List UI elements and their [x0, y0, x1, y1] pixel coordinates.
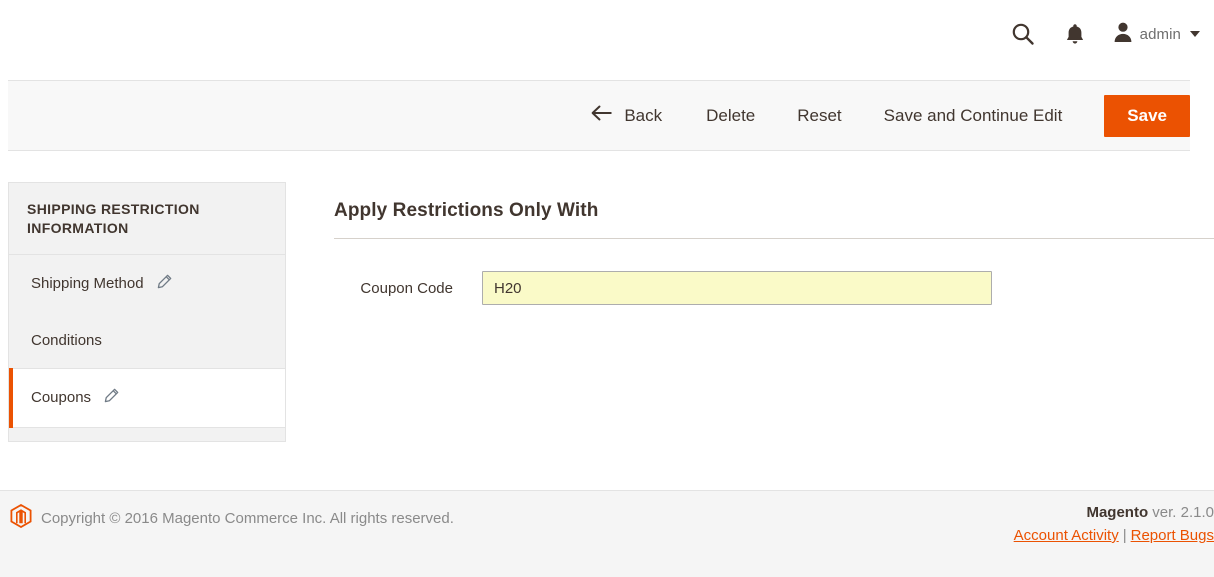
admin-user-menu[interactable]: admin	[1101, 21, 1200, 48]
coupon-code-field-row: Coupon Code	[334, 271, 1214, 305]
sidebar-item-label: Shipping Method	[31, 275, 144, 292]
page-footer: Copyright © 2016 Magento Commerce Inc. A…	[0, 490, 1214, 577]
brand-name: Magento	[1086, 504, 1148, 521]
coupon-code-label: Coupon Code	[334, 280, 482, 297]
user-avatar-icon	[1113, 21, 1133, 48]
link-separator: |	[1119, 527, 1131, 544]
magento-logo-icon	[10, 504, 32, 533]
sidebar-item-label: Coupons	[31, 389, 91, 406]
save-button[interactable]: Save	[1104, 95, 1190, 137]
search-icon[interactable]	[997, 17, 1049, 51]
back-button-label: Back	[624, 106, 662, 126]
admin-user-area: admin	[997, 17, 1200, 51]
back-button[interactable]: Back	[591, 99, 662, 132]
main-body: Shipping Restriction Information Shippin…	[0, 151, 1214, 490]
sidebar-item-conditions[interactable]: Conditions	[9, 313, 285, 368]
version-number: ver. 2.1.0	[1148, 504, 1214, 521]
sidebar-item-shipping-method[interactable]: Shipping Method	[9, 255, 285, 313]
sidebar-footer-strip	[9, 428, 285, 441]
content-panel: Apply Restrictions Only With Coupon Code	[334, 200, 1214, 305]
footer-links: Account Activity|Report Bugs	[1014, 527, 1214, 544]
reset-button[interactable]: Reset	[797, 100, 841, 132]
sidebar-title: Shipping Restriction Information	[9, 183, 285, 255]
admin-page: admin Back Delete Reset Save and Continu…	[0, 0, 1214, 577]
copyright-text: Copyright © 2016 Magento Commerce Inc. A…	[41, 510, 454, 527]
delete-button[interactable]: Delete	[706, 100, 755, 132]
section-title: Apply Restrictions Only With	[334, 200, 1214, 238]
chevron-down-icon	[1190, 31, 1200, 37]
arrow-left-icon	[591, 105, 613, 126]
pencil-edit-icon	[156, 274, 172, 294]
section-divider	[334, 238, 1214, 239]
footer-copyright-area: Copyright © 2016 Magento Commerce Inc. A…	[10, 504, 454, 533]
sidebar-item-coupons[interactable]: Coupons	[9, 368, 285, 428]
bell-icon[interactable]	[1049, 17, 1101, 51]
sidebar-item-label: Conditions	[31, 332, 102, 349]
pencil-edit-icon	[103, 388, 119, 408]
save-and-continue-edit-button[interactable]: Save and Continue Edit	[884, 100, 1063, 132]
admin-user-name: admin	[1140, 26, 1181, 43]
version-text: Magento ver. 2.1.0	[1014, 504, 1214, 521]
report-bugs-link[interactable]: Report Bugs	[1131, 527, 1214, 544]
footer-version-area: Magento ver. 2.1.0 Account Activity|Repo…	[1014, 504, 1214, 544]
sidebar-nav: Shipping Restriction Information Shippin…	[8, 182, 286, 442]
account-activity-link[interactable]: Account Activity	[1014, 527, 1119, 544]
admin-top-bar: admin	[0, 0, 1214, 68]
page-actions-toolbar: Back Delete Reset Save and Continue Edit…	[8, 80, 1190, 151]
coupon-code-input[interactable]	[482, 271, 992, 305]
